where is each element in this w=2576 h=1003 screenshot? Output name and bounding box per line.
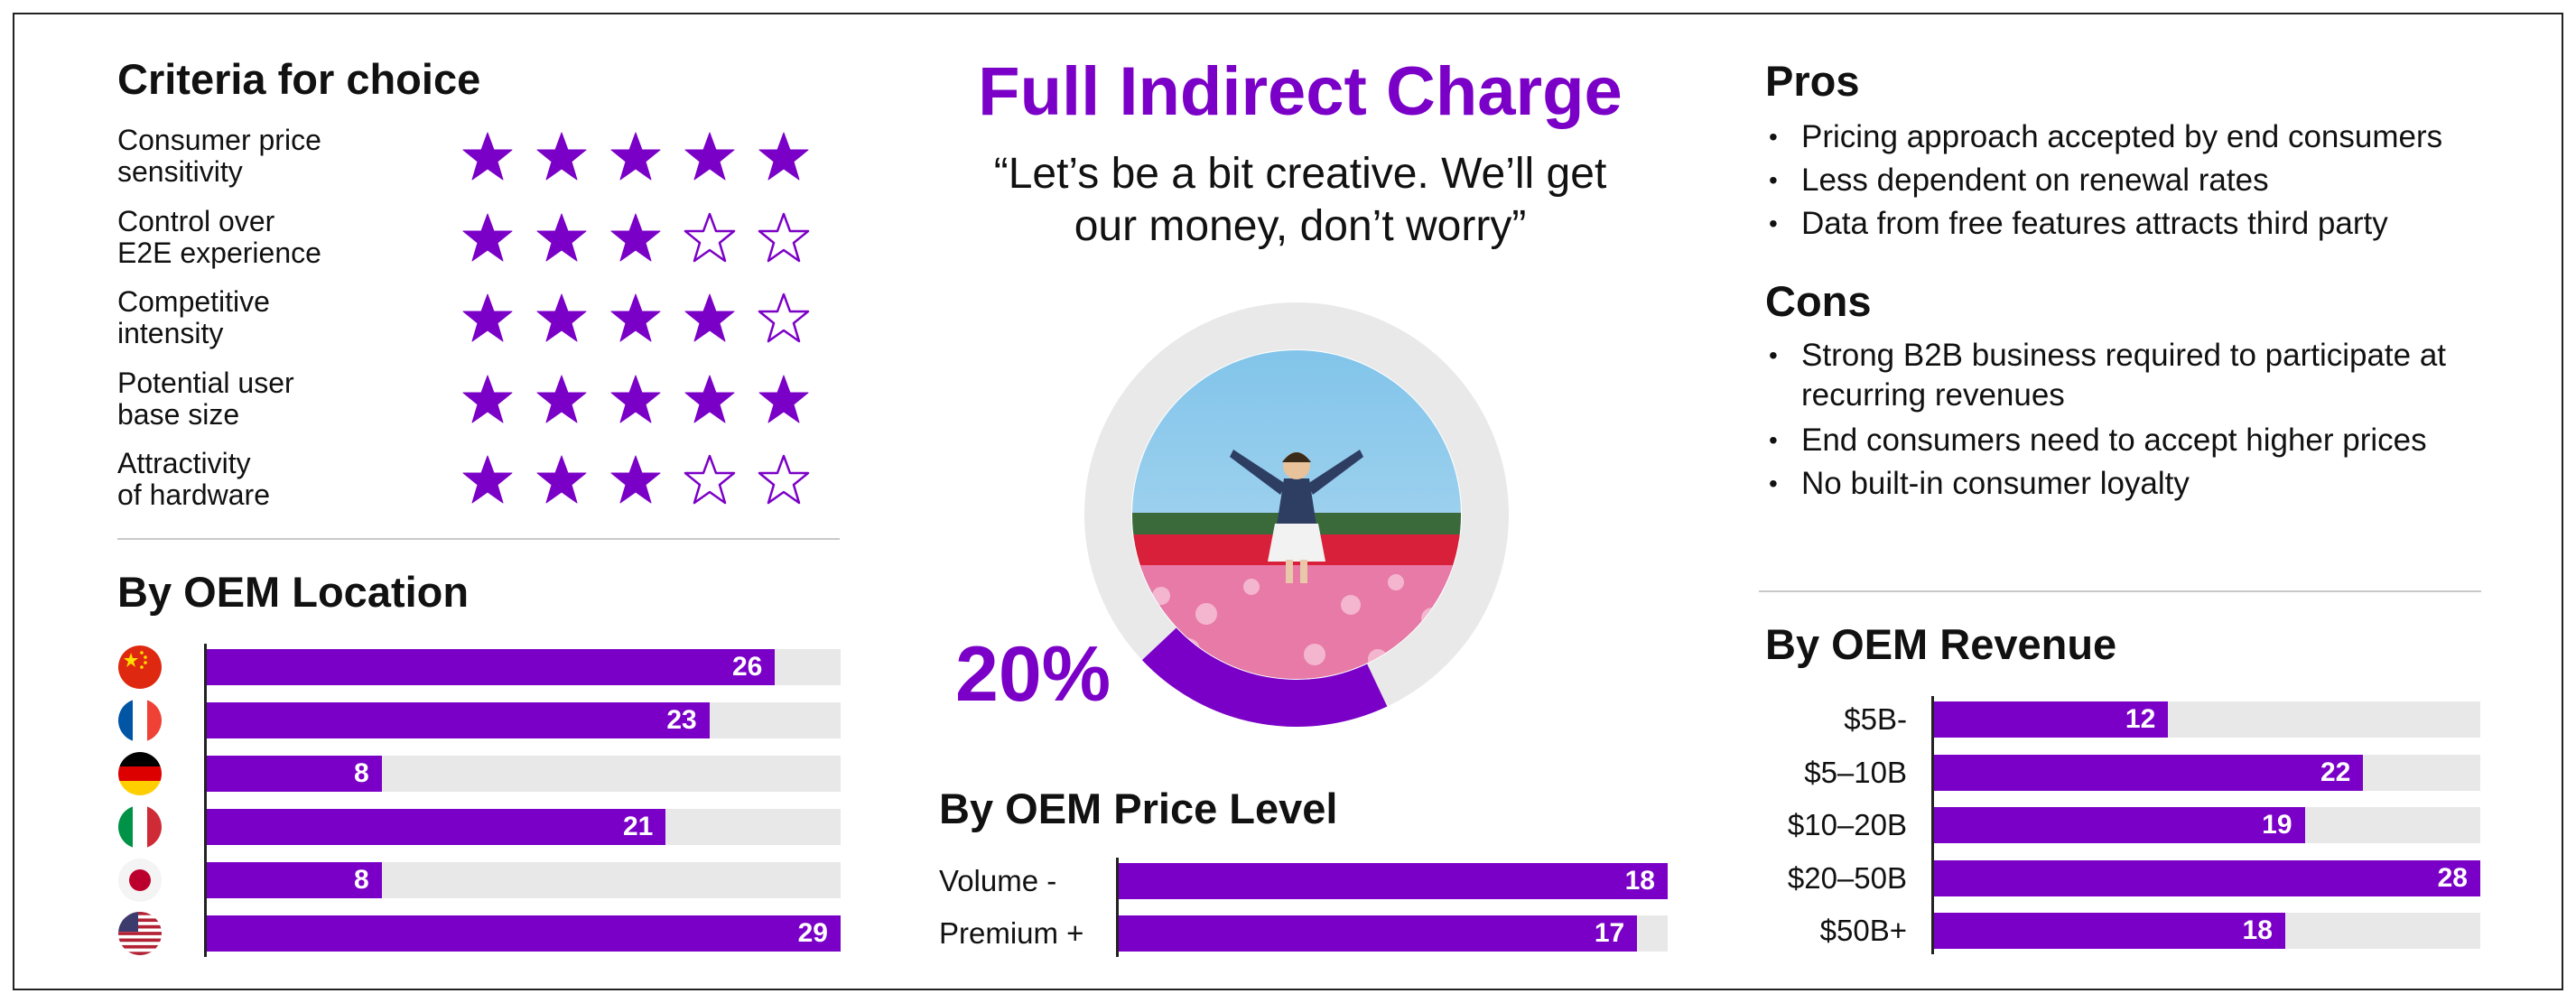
star-filled-icon bbox=[462, 375, 513, 423]
star-rating bbox=[460, 292, 811, 346]
star-filled-icon bbox=[536, 293, 587, 342]
star-filled-icon bbox=[536, 375, 587, 423]
star-filled-icon bbox=[684, 132, 735, 181]
star-filled-icon bbox=[462, 132, 513, 181]
star-filled-icon bbox=[610, 213, 661, 261]
bar-value-label: 22 bbox=[2320, 757, 2351, 787]
category-label: $50B+ bbox=[1819, 914, 1907, 947]
star-filled-icon bbox=[536, 455, 587, 504]
star-filled-icon bbox=[462, 213, 513, 261]
star-filled-icon bbox=[462, 455, 513, 504]
china-flag-icon bbox=[118, 645, 162, 689]
pros-item: Pricing approach accepted by end consume… bbox=[1765, 116, 2542, 159]
star-filled-icon bbox=[536, 132, 587, 181]
share-donut bbox=[1084, 302, 1509, 727]
bar-value-label: 23 bbox=[666, 705, 697, 735]
star-filled-icon bbox=[758, 375, 809, 423]
model-title: Full Indirect Charge bbox=[978, 53, 1623, 130]
pros-list: Pricing approach accepted by end consume… bbox=[1765, 116, 2542, 246]
bar-value-label: 21 bbox=[622, 812, 654, 841]
star-filled-icon bbox=[758, 132, 809, 181]
bar-value-label: 26 bbox=[732, 652, 763, 682]
criteria-label: Control over E2E experience bbox=[117, 204, 321, 269]
star-empty-icon bbox=[758, 454, 810, 505]
italy-flag-icon bbox=[118, 805, 162, 849]
star-rating bbox=[460, 373, 811, 427]
criteria-heading: Criteria for choice bbox=[117, 55, 481, 103]
star-rating bbox=[460, 130, 811, 184]
price-chart-title: By OEM Price Level bbox=[939, 785, 1338, 832]
right-divider bbox=[1759, 590, 2481, 592]
usa-flag-icon bbox=[118, 912, 162, 955]
star-rating bbox=[460, 211, 811, 265]
bar-value-label: 12 bbox=[2125, 704, 2156, 734]
bar-value-label: 17 bbox=[1594, 918, 1625, 948]
bar-value-label: 28 bbox=[2437, 862, 2468, 893]
germany-flag-icon bbox=[118, 752, 162, 795]
category-label: Volume - bbox=[939, 864, 1057, 897]
model-quote: “Let’s be a bit creative. We’ll get our … bbox=[993, 150, 1607, 250]
share-percent: 20% bbox=[955, 631, 1111, 718]
star-filled-icon bbox=[610, 293, 661, 342]
bar-value-label: 18 bbox=[1624, 866, 1655, 896]
criteria-label: Potential user base size bbox=[117, 366, 294, 431]
france-flag-icon bbox=[118, 699, 162, 742]
pros-heading: Pros bbox=[1765, 57, 1860, 105]
star-filled-icon bbox=[684, 293, 735, 342]
category-label: $20–50B bbox=[1787, 860, 1907, 895]
bar-value-label: 18 bbox=[2242, 915, 2273, 945]
cons-item: Strong B2B business required to particip… bbox=[1765, 336, 2515, 415]
category-label: Premium + bbox=[939, 916, 1084, 950]
pros-item: Data from free features attracts third p… bbox=[1765, 202, 2542, 246]
japan-flag-icon bbox=[118, 859, 162, 902]
pros-item: Less dependent on renewal rates bbox=[1765, 159, 2542, 202]
star-empty-icon bbox=[758, 293, 810, 343]
chart-axis bbox=[204, 644, 207, 957]
bar-value-label: 8 bbox=[353, 865, 369, 895]
star-empty-icon bbox=[684, 454, 736, 505]
star-filled-icon bbox=[610, 455, 661, 504]
star-rating bbox=[460, 453, 811, 507]
revenue-chart-title: By OEM Revenue bbox=[1765, 620, 2117, 668]
cons-list: Strong B2B business required to particip… bbox=[1765, 336, 2515, 506]
star-filled-icon bbox=[610, 132, 661, 181]
location-chart-title: By OEM Location bbox=[117, 568, 470, 616]
criteria-label: Consumer price sensitivity bbox=[117, 124, 321, 188]
category-label: $5B- bbox=[1844, 702, 1907, 736]
star-filled-icon bbox=[536, 213, 587, 261]
star-filled-icon bbox=[684, 375, 735, 423]
category-label: $10–20B bbox=[1787, 808, 1907, 841]
criteria-label: Attractivity of hardware bbox=[117, 447, 270, 511]
star-empty-icon bbox=[684, 212, 736, 262]
bar-value-label: 19 bbox=[2262, 810, 2292, 840]
bar-value-label: 29 bbox=[797, 918, 828, 948]
left-divider bbox=[117, 538, 840, 540]
criteria-label: Competitive intensity bbox=[117, 285, 270, 349]
cons-item: End consumers need to accept higher pric… bbox=[1765, 419, 2515, 462]
star-filled-icon bbox=[462, 293, 513, 342]
category-label: $5–10B bbox=[1804, 755, 1907, 789]
star-empty-icon bbox=[758, 212, 810, 262]
star-filled-icon bbox=[610, 375, 661, 423]
bar-value-label: 8 bbox=[353, 758, 369, 788]
cons-item: No built-in consumer loyalty bbox=[1765, 462, 2515, 506]
cons-heading: Cons bbox=[1765, 277, 1872, 325]
